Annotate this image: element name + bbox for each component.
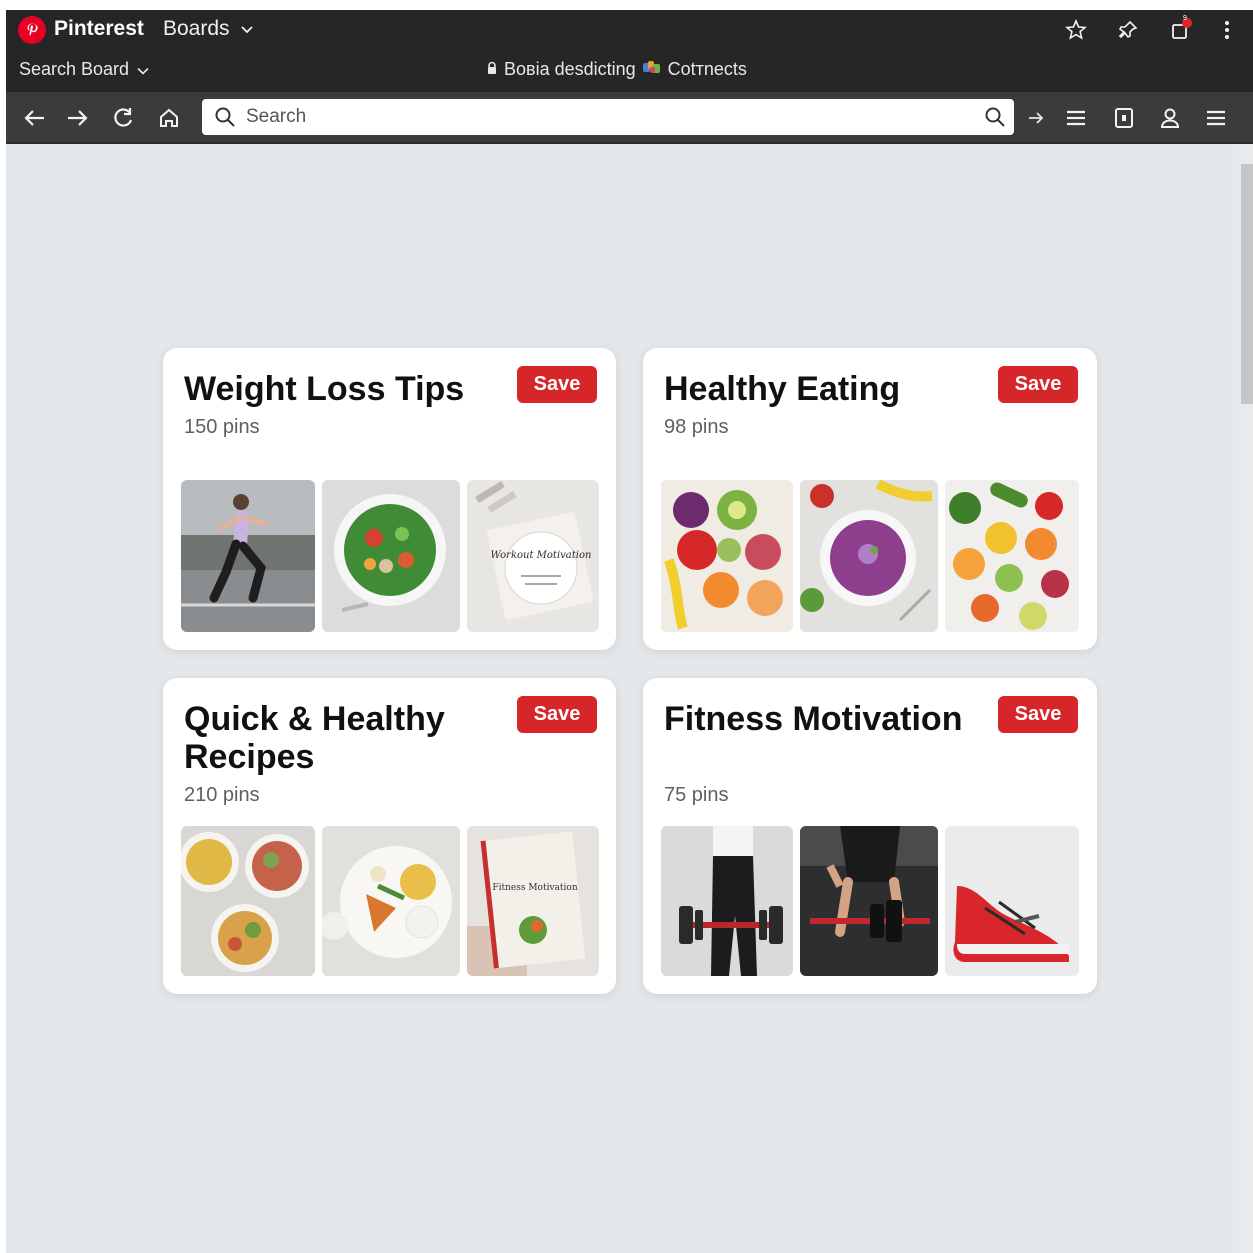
- barbell-deadlift-photo[interactable]: [800, 826, 938, 976]
- chevron-down-icon: [240, 17, 254, 41]
- profile-icon[interactable]: [1156, 104, 1184, 132]
- go-arrow-icon[interactable]: [1022, 104, 1050, 132]
- pinterest-logo-icon[interactable]: [18, 16, 46, 44]
- board-card-healthy-eating[interactable]: Healthy Eating 98 pins Save: [643, 348, 1097, 650]
- browser-header: Pinterest Boards 9 Search Board Bовia de…: [6, 10, 1253, 92]
- brand-name: Pinterest: [54, 17, 144, 40]
- site-title-text-b: Cotтnects: [667, 59, 747, 79]
- workout-motivation-card-photo[interactable]: Workout Motivation: [467, 480, 599, 632]
- save-button[interactable]: Save: [517, 696, 597, 733]
- scrollbar-thumb[interactable]: [1241, 164, 1253, 404]
- board-card-fitness-motivation[interactable]: Fitness Motivation 75 pins Save: [643, 678, 1097, 994]
- board-pin-count: 150 pins: [184, 416, 260, 438]
- save-button[interactable]: Save: [998, 366, 1078, 403]
- search-board-dropdown[interactable]: Search Board: [19, 59, 149, 80]
- browser-second-row: Search Board Bовia desdicting Cotтnects: [6, 50, 1253, 92]
- menu-icon[interactable]: [1202, 104, 1230, 132]
- site-title: Bовia desdicting Cotтnects: [486, 59, 747, 80]
- reload-icon[interactable]: [110, 104, 138, 132]
- search-submit-icon[interactable]: [984, 106, 1006, 133]
- search-board-label: Search Board: [19, 59, 130, 79]
- more-vertical-icon[interactable]: [1213, 16, 1241, 44]
- board-title: Fitness Motivation: [664, 700, 963, 738]
- board-title: Healthy Eating: [664, 370, 901, 408]
- fresh-produce-photo[interactable]: [945, 480, 1079, 632]
- red-sneaker-photo[interactable]: [945, 826, 1079, 976]
- meal-prep-bowls-photo[interactable]: [181, 826, 315, 976]
- search-icon: [214, 106, 236, 133]
- fruit-spread-photo[interactable]: [661, 480, 793, 632]
- lock-icon: [486, 59, 498, 80]
- smoothie-bowl-photo[interactable]: [800, 480, 938, 632]
- tab-view-icon[interactable]: [1110, 104, 1138, 132]
- home-icon[interactable]: [155, 104, 183, 132]
- back-arrow-icon[interactable]: [20, 104, 48, 132]
- board-title: Weight Loss Tips: [184, 370, 465, 408]
- extension-pin-icon[interactable]: [1114, 16, 1142, 44]
- chicken-rice-bowl-photo[interactable]: [322, 826, 460, 976]
- boards-menu-label: Boards: [163, 17, 230, 40]
- search-input[interactable]: [246, 103, 966, 131]
- board-thumbnails: Workout Motivation: [181, 480, 599, 632]
- star-icon[interactable]: [1062, 16, 1090, 44]
- book-title-text: Fitness Motivation: [492, 883, 577, 893]
- dumbbell-lift-photo[interactable]: [661, 826, 793, 976]
- board-title: Quick & Healthy Recipes: [184, 700, 445, 776]
- board-page: Weight Loss Tips 150 pins Save Workout M…: [6, 144, 1253, 1253]
- board-card-quick-healthy-recipes[interactable]: Quick & Healthy Recipes 210 pins Save Fi…: [163, 678, 616, 994]
- reading-list-icon[interactable]: [1062, 104, 1090, 132]
- site-title-text-a: Bовia desdicting: [504, 59, 636, 79]
- board-pin-count: 210 pins: [184, 784, 260, 806]
- forward-arrow-icon[interactable]: [64, 104, 92, 132]
- notifications-icon[interactable]: 9: [1167, 15, 1195, 44]
- runner-photo[interactable]: [181, 480, 315, 632]
- board-thumbnails: [661, 826, 1079, 976]
- salad-bowl-photo[interactable]: [322, 480, 460, 632]
- search-bar: [202, 99, 1014, 135]
- vertical-scrollbar[interactable]: [1239, 144, 1253, 1253]
- recipe-book-photo[interactable]: Fitness Motivation: [467, 826, 599, 976]
- chevron-down-icon: [137, 59, 149, 80]
- browser-top-row: Pinterest Boards 9: [6, 10, 1253, 50]
- save-button[interactable]: Save: [998, 696, 1078, 733]
- board-thumbnails: [661, 480, 1079, 632]
- board-card-weight-loss-tips[interactable]: Weight Loss Tips 150 pins Save Workout M…: [163, 348, 616, 650]
- board-pin-count: 98 pins: [664, 416, 729, 438]
- board-thumbnails: Fitness Motivation: [181, 826, 599, 976]
- save-button[interactable]: Save: [517, 366, 597, 403]
- motivation-card-text: Workout Motivation: [491, 550, 592, 561]
- colorful-blocks-icon: [642, 59, 662, 80]
- navigation-bar: [6, 92, 1253, 144]
- board-pin-count: 75 pins: [664, 784, 729, 806]
- boards-menu[interactable]: Boards: [163, 17, 254, 41]
- notification-count: 9: [1183, 15, 1187, 22]
